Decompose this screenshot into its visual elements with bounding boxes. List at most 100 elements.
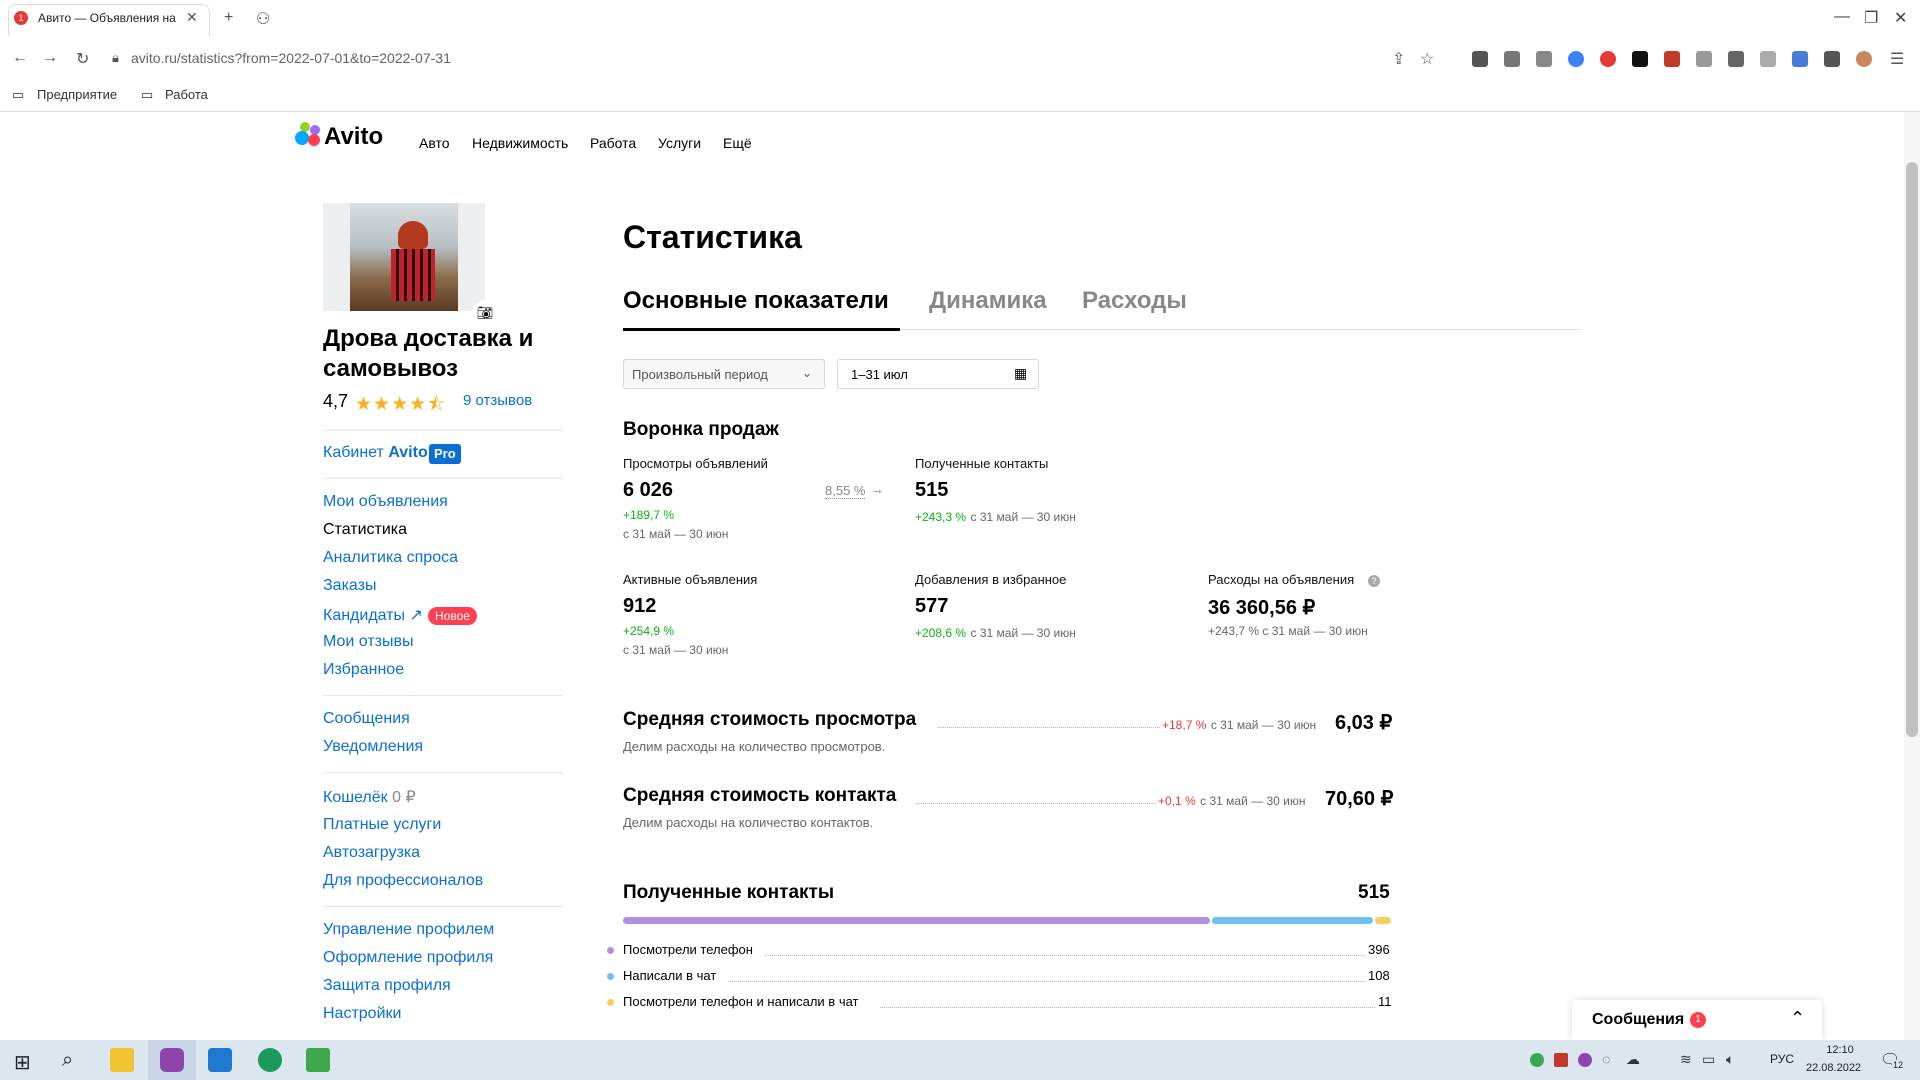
close-window-icon[interactable]: ✕ [1894,8,1907,28]
tray-volume-icon[interactable]: 🔈︎ [1726,1051,1734,1068]
messages-badge: 1 [1690,1012,1706,1028]
extension-avatar-icon[interactable] [1664,51,1680,67]
bookmark-enterprise[interactable]: Предприятие [37,87,117,102]
sidebar-wallet[interactable]: Кошелёк 0 ₽ [323,787,416,807]
period-select[interactable]: Произвольный период ⌄ [623,359,825,389]
reviews-link[interactable]: 9 отзывов [463,392,532,409]
incognito-icon[interactable]: ⚇ [256,9,270,29]
info-icon[interactable]: ? [1368,575,1380,587]
sidebar-for-pros[interactable]: Для профессионалов [323,872,483,890]
tray-battery-icon[interactable]: ▭ [1702,1051,1715,1068]
sidebar-statistics[interactable]: Статистика [323,521,407,539]
camera-icon[interactable]: 📷︎ [472,300,498,326]
clock-date[interactable]: 22.08.2022 [1806,1062,1861,1074]
avito-logo[interactable]: Avito [292,120,407,156]
extensions-puzzle-icon[interactable] [1824,51,1840,67]
new-tab-icon[interactable]: + [224,9,233,27]
extension-translate-icon[interactable] [1792,51,1808,67]
sidebar-orders[interactable]: Заказы [323,577,376,595]
bookmark-star-icon[interactable]: ☆ [1420,49,1434,69]
extension-copy-icon[interactable] [1760,51,1776,67]
nav-more[interactable]: Ещё [723,135,752,151]
nav-services[interactable]: Услуги [658,135,701,151]
tab-dynamics[interactable]: Динамика [929,287,1047,315]
c-app-icon[interactable] [306,1048,330,1072]
chevron-up-icon[interactable]: ⌃ [1790,1008,1805,1029]
sidebar-my-reviews[interactable]: Мои отзывы [323,633,414,651]
sidebar-messages[interactable]: Сообщения [323,710,410,728]
cabinet-link[interactable]: Кабинет Avito [323,444,428,462]
legend-dot [607,999,614,1006]
contacts-item-value: 11 [1378,994,1392,1009]
active-tab-indicator [623,328,900,331]
tray-purple-icon[interactable] [1578,1053,1592,1067]
divider [323,478,563,479]
tray-check-icon[interactable] [1530,1053,1544,1067]
tray-cloud-icon[interactable]: ☁ [1626,1051,1640,1068]
nav-auto[interactable]: Авто [419,135,450,151]
back-icon[interactable]: ← [12,49,28,67]
clock-time[interactable]: 12:10 [1823,1044,1857,1056]
sidebar-notifications[interactable]: Уведомления [323,738,423,756]
restore-icon[interactable]: ❐ [1864,8,1878,28]
vscode-icon[interactable] [208,1048,232,1072]
share-icon[interactable]: ⇪ [1392,49,1405,69]
sidebar-demand-analytics[interactable]: Аналитика спроса [323,549,458,567]
extension-stack-icon[interactable] [1536,51,1552,67]
rating-value: 4,7 [323,391,349,411]
green-app-icon[interactable] [258,1048,282,1072]
lock-icon[interactable]: 🔒︎ [112,50,119,66]
metric-delta: +254,9 % [623,624,675,638]
menu-icon[interactable]: ☰ [1890,49,1904,69]
profile-avatar[interactable] [323,203,485,311]
windows-start-icon[interactable]: ⊞ [14,1050,31,1075]
extension-k-icon[interactable] [1632,51,1648,67]
sidebar-profile-management[interactable]: Управление профилем [323,921,494,939]
nav-jobs[interactable]: Работа [590,135,636,151]
close-tab-icon[interactable]: ✕ [186,9,198,26]
bookmark-work[interactable]: Работа [165,87,208,102]
avg-contact-title: Средняя стоимость контакта [623,785,897,806]
contacts-bar [623,917,1391,924]
metric-value: 515 [915,479,949,501]
sidebar-profile-protection[interactable]: Защита профиля [323,977,451,995]
url-input[interactable]: avito.ru/statistics?from=2022-07-01&to=2… [131,50,451,66]
extension-color-icon[interactable] [1568,51,1584,67]
sidebar-my-ads[interactable]: Мои объявления [323,493,448,511]
tray-network-icon[interactable]: ≋ [1680,1051,1692,1068]
extension-e-icon[interactable] [1728,51,1744,67]
minimize-icon[interactable]: — [1834,8,1850,26]
extension-rocket-icon[interactable] [1472,51,1488,67]
metric-label: Полученные контакты [915,456,1049,471]
metric-change: +243,3 % с 31 май — 30 июн [915,510,1076,524]
extension-red-icon[interactable] [1600,51,1616,67]
sidebar-autoload[interactable]: Автозагрузка [323,844,420,862]
forward-icon[interactable]: → [42,49,58,67]
avg-view-title: Средняя стоимость просмотра [623,709,917,730]
browser-icon[interactable] [160,1048,184,1072]
tab-badge: 1 [14,11,28,25]
sidebar-favorites[interactable]: Избранное [323,661,404,679]
date-range-input[interactable]: 1–31 июл ▦ [837,359,1039,389]
messages-widget[interactable]: Сообщения 1 ⌃ [1572,1000,1822,1040]
tab-title[interactable]: Авито — Объявления на сай [38,11,178,25]
file-explorer-icon[interactable] [110,1048,134,1072]
sidebar-profile-design[interactable]: Оформление профиля [323,949,493,967]
nav-realty[interactable]: Недвижимость [472,135,568,151]
sidebar-settings[interactable]: Настройки [323,1005,401,1023]
tab-expenses[interactable]: Расходы [1082,287,1187,315]
tray-wifi-icon[interactable]: ◌ [1602,1051,1610,1067]
profile-avatar-icon[interactable] [1856,51,1872,67]
extension-shield-icon[interactable] [1504,51,1520,67]
input-language[interactable]: РУС [1770,1052,1794,1066]
tray-red-icon[interactable] [1554,1053,1568,1067]
tab-main-metrics[interactable]: Основные показатели [623,287,889,315]
extension-hat-icon[interactable] [1696,51,1712,67]
sidebar-candidates[interactable]: Кандидаты ↗ [323,605,423,625]
conversion-rate[interactable]: 8,55 % [825,483,866,499]
scrollbar-thumb[interactable] [1906,162,1918,737]
metric-label: Расходы на объявления [1208,572,1355,587]
reload-icon[interactable]: ↻ [76,49,89,69]
sidebar-paid-services[interactable]: Платные услуги [323,816,441,834]
search-icon[interactable]: ⌕ [62,1049,73,1072]
